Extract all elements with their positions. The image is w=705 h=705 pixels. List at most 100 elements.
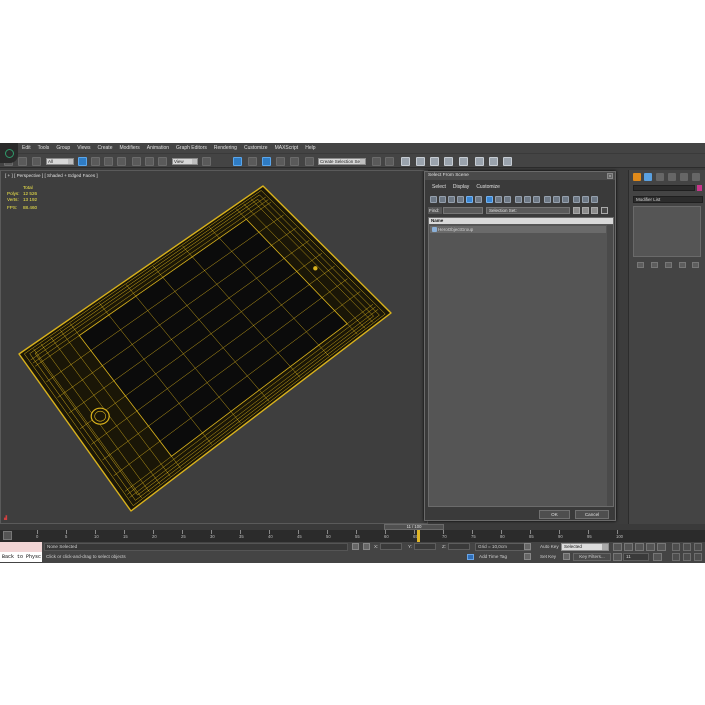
modifier-list-dropdown[interactable]: Modifier List: [633, 196, 703, 203]
add-time-tag-button[interactable]: Add Time Tag: [467, 553, 527, 561]
angle-snap-icon[interactable]: [262, 157, 271, 166]
play-icon[interactable]: [635, 543, 644, 551]
key-mode-toggle-icon[interactable]: [613, 553, 622, 561]
auto-key-button[interactable]: Auto Key: [537, 543, 560, 551]
display-hidden-icon[interactable]: [533, 196, 540, 203]
configure-modifier-sets-icon[interactable]: [692, 262, 699, 268]
menu-create[interactable]: Create: [97, 145, 112, 151]
percent-snap-icon[interactable]: [276, 157, 285, 166]
window-crossing-icon[interactable]: [117, 157, 126, 166]
funnel-icon[interactable]: [591, 196, 598, 203]
pin-stack-icon[interactable]: [637, 262, 644, 268]
selection-filter-dropdown[interactable]: All: [46, 158, 74, 165]
zoom-icon[interactable]: [672, 543, 680, 551]
display-bones-icon[interactable]: [504, 196, 511, 203]
modifier-stack[interactable]: [633, 206, 701, 257]
spinner-snap-icon[interactable]: [290, 157, 299, 166]
list-item[interactable]: HeroObjectGroup: [430, 226, 606, 233]
dialog-close-button[interactable]: x: [607, 173, 613, 179]
current-frame-field[interactable]: 11: [623, 553, 649, 561]
named-selection-sets-dropdown[interactable]: Create Selection Se: [318, 158, 366, 165]
pan-view-icon[interactable]: [683, 553, 691, 561]
display-groups-icon[interactable]: [486, 196, 493, 203]
curve-editor-icon[interactable]: [430, 157, 439, 166]
menu-edit[interactable]: Edit: [22, 145, 31, 151]
go-to-end-icon[interactable]: [657, 543, 666, 551]
rendered-frame-window-icon[interactable]: [489, 157, 498, 166]
selection-set-dropdown[interactable]: Selection Set:: [486, 207, 570, 214]
select-manipulate-icon[interactable]: [233, 157, 242, 166]
key-mode-dropdown[interactable]: Selected: [561, 543, 609, 551]
filter-icon[interactable]: [582, 196, 589, 203]
menu-modifiers[interactable]: Modifiers: [119, 145, 139, 151]
display-shapes-icon[interactable]: [439, 196, 446, 203]
sync-selection-icon[interactable]: [573, 196, 580, 203]
perspective-viewport[interactable]: [ + ] [ Perspective ] [ Shaded + Edged F…: [0, 170, 428, 524]
time-configuration-icon[interactable]: [653, 553, 662, 561]
display-helpers-icon[interactable]: [466, 196, 473, 203]
select-object-icon[interactable]: [78, 157, 87, 166]
motion-tab-icon[interactable]: [668, 173, 676, 181]
selection-set-remove-icon[interactable]: [582, 207, 589, 214]
selection-set-edit-icon[interactable]: [591, 207, 598, 214]
open-mini-curve-editor-button[interactable]: [3, 531, 12, 540]
display-cameras-icon[interactable]: [457, 196, 464, 203]
align-icon[interactable]: [385, 157, 394, 166]
show-end-result-icon[interactable]: [651, 262, 658, 268]
rectangular-selection-icon[interactable]: [104, 157, 113, 166]
display-none-icon[interactable]: [553, 196, 560, 203]
display-all-icon[interactable]: [544, 196, 551, 203]
render-production-icon[interactable]: [503, 157, 512, 166]
display-lights-icon[interactable]: [448, 196, 455, 203]
schematic-view-icon[interactable]: [444, 157, 453, 166]
make-unique-icon[interactable]: [665, 262, 672, 268]
ok-button[interactable]: OK: [539, 510, 570, 519]
column-header-name[interactable]: Name: [429, 218, 613, 224]
list-scrollbar[interactable]: [607, 225, 613, 506]
maxscript-listener-output[interactable]: Back to Physc: [0, 552, 42, 562]
mirror-icon[interactable]: [372, 157, 381, 166]
lock-selection-icon[interactable]: [352, 543, 359, 550]
maxscript-listener-input[interactable]: [0, 542, 42, 552]
remove-modifier-icon[interactable]: [679, 262, 686, 268]
reference-coordinate-dropdown[interactable]: View: [172, 158, 198, 165]
zoom-extents-icon[interactable]: [694, 543, 702, 551]
dialog-menu-select[interactable]: Select: [432, 184, 446, 190]
menu-animation[interactable]: Animation: [147, 145, 169, 151]
previous-frame-icon[interactable]: [624, 543, 633, 551]
object-color-swatch[interactable]: [697, 185, 702, 191]
menu-views[interactable]: Views: [77, 145, 90, 151]
bind-space-warp-icon[interactable]: [32, 157, 41, 166]
go-to-start-icon[interactable]: [613, 543, 622, 551]
set-key-button[interactable]: Set Key: [537, 553, 560, 561]
field-of-view-icon[interactable]: [672, 553, 680, 561]
select-and-move-icon[interactable]: [132, 157, 141, 166]
menu-graph-editors[interactable]: Graph Editors: [176, 145, 207, 151]
graphite-tools-icon[interactable]: [416, 157, 425, 166]
layer-manager-icon[interactable]: [401, 157, 410, 166]
snaps-toggle-icon[interactable]: [248, 157, 257, 166]
utilities-tab-icon[interactable]: [692, 173, 700, 181]
display-invert-icon[interactable]: [562, 196, 569, 203]
key-filters-button[interactable]: Key Filters...: [573, 553, 611, 561]
render-setup-icon[interactable]: [475, 157, 484, 166]
display-tab-icon[interactable]: [680, 173, 688, 181]
select-by-name-icon[interactable]: [91, 157, 100, 166]
display-space-warps-icon[interactable]: [475, 196, 482, 203]
orbit-icon[interactable]: [694, 553, 702, 561]
use-pivot-point-icon[interactable]: [202, 157, 211, 166]
cancel-button[interactable]: Cancel: [575, 510, 609, 519]
dialog-menu-customize[interactable]: Customize: [476, 184, 500, 190]
select-and-scale-icon[interactable]: [158, 157, 167, 166]
menu-maxscript[interactable]: MAXScript: [275, 145, 299, 151]
options-chevron-icon[interactable]: [601, 207, 608, 214]
select-and-link-icon[interactable]: [18, 157, 27, 166]
dialog-menu-display[interactable]: Display: [453, 184, 469, 190]
display-xrefs-icon[interactable]: [495, 196, 502, 203]
display-frozen-icon[interactable]: [524, 196, 531, 203]
key-filter-icon[interactable]: [563, 553, 570, 560]
display-containers-icon[interactable]: [515, 196, 522, 203]
hierarchy-tab-icon[interactable]: [656, 173, 664, 181]
material-editor-icon[interactable]: [459, 157, 468, 166]
display-geometry-icon[interactable]: [430, 196, 437, 203]
